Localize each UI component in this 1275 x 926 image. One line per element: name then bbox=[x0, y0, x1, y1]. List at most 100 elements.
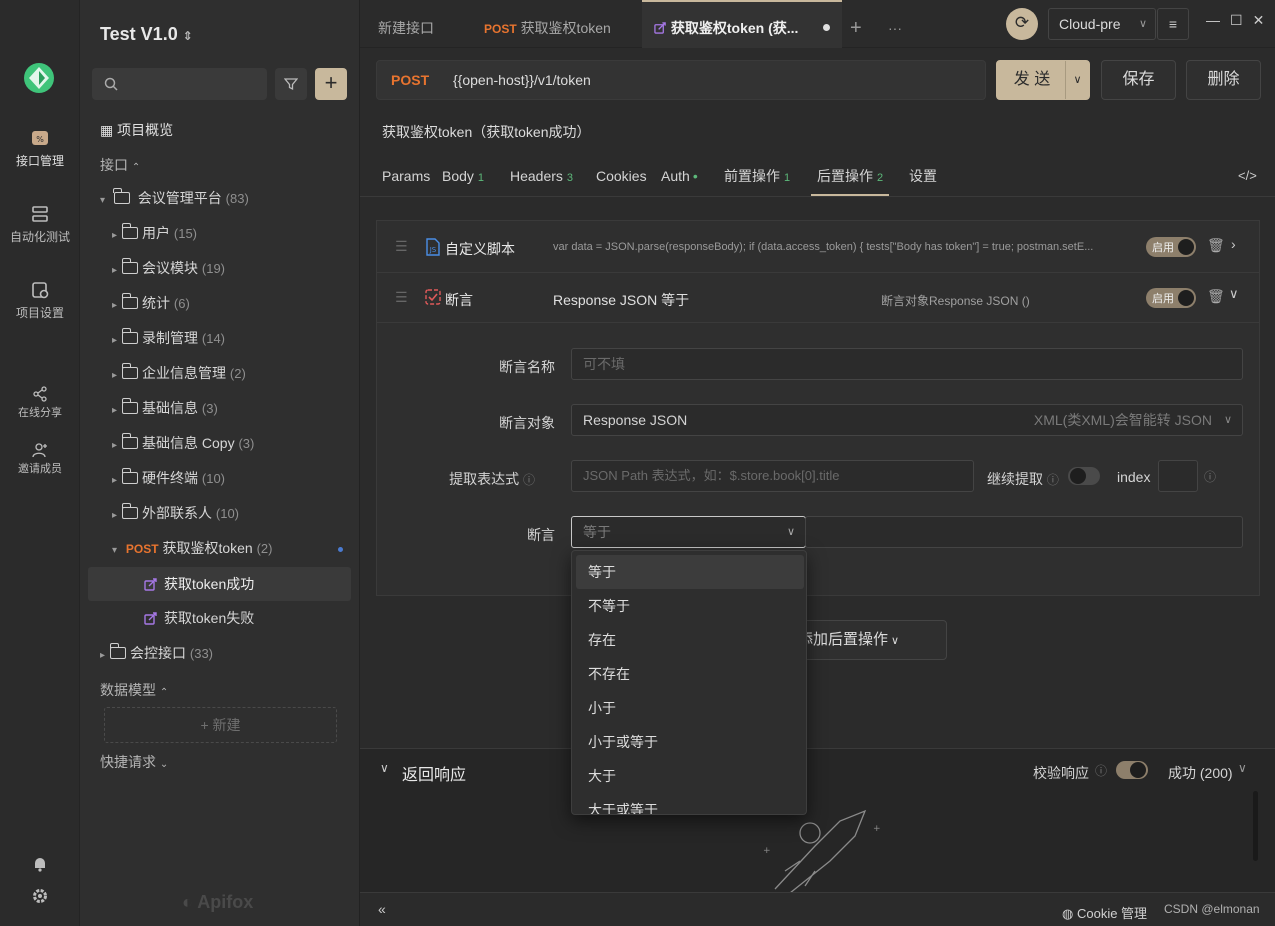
tree-case[interactable]: 获取token失败 bbox=[80, 601, 360, 636]
chevron-down-icon[interactable]: ∨ bbox=[1238, 761, 1247, 775]
tree-folder[interactable]: ▸ 企业信息管理 (2) bbox=[80, 356, 360, 391]
subtab-settings[interactable]: 设置 bbox=[909, 160, 937, 196]
assert-operator-select[interactable]: 等于 ∨ bbox=[571, 516, 806, 548]
section-api[interactable]: 接口 ⌃ bbox=[100, 155, 140, 175]
help-icon[interactable]: ⓘ bbox=[523, 473, 535, 487]
new-model-button[interactable]: + 新建 bbox=[104, 707, 337, 743]
rail-item-invite[interactable]: 邀请成员 bbox=[0, 442, 80, 476]
tree-folder[interactable]: ▸ 会控接口 (33) bbox=[80, 636, 360, 671]
index-input[interactable] bbox=[1158, 460, 1198, 492]
tab-new-api[interactable]: 新建接口 bbox=[378, 0, 434, 48]
section-models[interactable]: 数据模型 ⌃ bbox=[100, 680, 168, 700]
tab-endpoint[interactable]: POST 获取鉴权token bbox=[484, 0, 611, 48]
tree-folder[interactable]: ▸ 录制管理 (14) bbox=[80, 321, 360, 356]
dropdown-option[interactable]: 大于 bbox=[576, 759, 804, 793]
tree-case-selected[interactable]: 获取token成功 bbox=[88, 567, 351, 601]
dropdown-option[interactable]: 不等于 bbox=[576, 589, 804, 623]
assert-target-label: 断言对象 bbox=[499, 415, 555, 431]
new-tab-button[interactable]: + bbox=[850, 0, 862, 48]
tree-folder[interactable]: ▸ 统计 (6) bbox=[80, 286, 360, 321]
dropdown-option[interactable]: 小于或等于 bbox=[576, 725, 804, 759]
scrollbar[interactable] bbox=[1253, 791, 1258, 861]
tree-folder-root[interactable]: ▾ 会议管理平台 (83) bbox=[80, 181, 360, 216]
assert-value-input[interactable] bbox=[805, 516, 1243, 548]
subtab-params[interactable]: Params bbox=[382, 160, 430, 196]
project-switcher[interactable]: Test V1.0 ⇕ bbox=[100, 24, 193, 45]
section-quick[interactable]: 快捷请求 ⌄ bbox=[100, 752, 168, 772]
tree-endpoint[interactable]: ▾ POST 获取鉴权token (2) bbox=[80, 531, 360, 566]
sync-button[interactable]: ⟳ bbox=[1006, 8, 1038, 40]
dropdown-option[interactable]: 不存在 bbox=[576, 657, 804, 691]
save-button[interactable]: 保存 bbox=[1101, 60, 1176, 100]
tree-folder[interactable]: ▸ 用户 (15) bbox=[80, 216, 360, 251]
csdn-watermark: CSDN @elmonan bbox=[1164, 902, 1260, 916]
send-options-chevron-icon[interactable]: ∨ bbox=[1065, 61, 1089, 99]
trash-icon[interactable]: 🗑 bbox=[1207, 237, 1225, 254]
response-status[interactable]: 成功 (200) bbox=[1168, 763, 1233, 783]
subtab-headers[interactable]: Headers 3 bbox=[510, 160, 573, 196]
delete-button[interactable]: 删除 bbox=[1186, 60, 1261, 100]
more-tabs-button[interactable]: ··· bbox=[888, 0, 902, 48]
env-select[interactable]: Cloud-pre ∨ bbox=[1048, 8, 1156, 40]
send-button[interactable]: 发 送 ∨ bbox=[996, 60, 1090, 100]
minimize-icon[interactable]: — bbox=[1206, 12, 1230, 28]
maximize-icon[interactable]: ☐ bbox=[1230, 12, 1253, 28]
help-icon[interactable]: ⓘ bbox=[1095, 762, 1107, 779]
folder-icon bbox=[121, 433, 138, 449]
drag-handle-icon[interactable]: ☰ bbox=[395, 289, 408, 306]
url-bar[interactable]: POST {{open-host}}/v1/token bbox=[376, 60, 986, 100]
method-select[interactable]: POST bbox=[391, 72, 429, 88]
assert-row[interactable]: ☰ 断言 Response JSON 等于 断言对象Response JSON … bbox=[377, 273, 1259, 323]
tab-case-active[interactable]: 获取鉴权token (获... bbox=[642, 0, 842, 48]
chevron-right-icon[interactable]: › bbox=[1231, 236, 1236, 252]
tree-folder[interactable]: ▸ 基础信息 Copy (3) bbox=[80, 426, 360, 461]
chevron-down-icon[interactable]: ∨ bbox=[1229, 286, 1239, 302]
collapse-chevron-icon[interactable]: ∨ bbox=[380, 761, 389, 775]
rail-item-api[interactable]: % 接口管理 bbox=[0, 128, 80, 169]
rail-item-automation[interactable]: 自动化测试 bbox=[0, 204, 80, 245]
tree-folder[interactable]: ▸ 会议模块 (19) bbox=[80, 251, 360, 286]
overview-link[interactable]: ▦ 项目概览 bbox=[100, 120, 173, 140]
subtab-post-ops[interactable]: 后置操作 2 bbox=[811, 160, 890, 196]
code-icon[interactable]: </> bbox=[1238, 168, 1257, 183]
bell-icon[interactable] bbox=[31, 855, 49, 873]
close-icon[interactable]: ✕ bbox=[1253, 12, 1275, 28]
help-icon[interactable]: ⓘ bbox=[1047, 473, 1059, 487]
subtab-cookies[interactable]: Cookies bbox=[596, 160, 647, 196]
subtab-auth[interactable]: Auth • bbox=[661, 160, 698, 196]
trash-icon[interactable]: 🗑 bbox=[1207, 288, 1225, 305]
tree-folder[interactable]: ▸ 外部联系人 (10) bbox=[80, 496, 360, 531]
assert-name-input[interactable]: 可不填 bbox=[571, 348, 1243, 380]
help-icon[interactable]: ⓘ bbox=[1204, 468, 1216, 485]
assert-enable-toggle[interactable]: 启用 bbox=[1146, 288, 1196, 308]
cookie-manager-button[interactable]: ◍ Cookie 管理 bbox=[1062, 903, 1147, 922]
subtab-pre-ops[interactable]: 前置操作 1 bbox=[724, 160, 790, 196]
tree-folder[interactable]: ▸ 硬件终端 (10) bbox=[80, 461, 360, 496]
script-row[interactable]: ☰ JS 自定义脚本 var data = JSON.parse(respons… bbox=[377, 221, 1259, 273]
assert-target-select[interactable]: Response JSON XML(类XML)会智能转 JSON ∨ bbox=[571, 404, 1243, 436]
gear-icon[interactable] bbox=[31, 887, 49, 905]
folder-name: 会议管理平台 bbox=[137, 190, 222, 206]
script-enable-toggle[interactable]: 启用 bbox=[1146, 237, 1196, 257]
toggle-knob bbox=[1178, 290, 1194, 306]
subtab-body[interactable]: Body 1 bbox=[442, 160, 484, 196]
validate-response-toggle[interactable] bbox=[1116, 761, 1148, 779]
env-menu-button[interactable]: ≡ bbox=[1157, 8, 1189, 40]
url-input[interactable]: {{open-host}}/v1/token bbox=[453, 72, 591, 88]
dropdown-option[interactable]: 存在 bbox=[576, 623, 804, 657]
main-area: 新建接口 POST 获取鉴权token 获取鉴权token (获... + ··… bbox=[360, 0, 1275, 926]
filter-button[interactable] bbox=[275, 68, 307, 100]
folder-count: (10) bbox=[215, 506, 240, 521]
tree-folder[interactable]: ▸ 基础信息 (3) bbox=[80, 391, 360, 426]
dropdown-option[interactable]: 大于或等于 bbox=[576, 793, 804, 814]
rail-item-settings[interactable]: 项目设置 bbox=[0, 280, 80, 321]
rail-item-share[interactable]: 在线分享 bbox=[0, 386, 80, 420]
extract-expr-input[interactable]: JSON Path 表达式，如：$.store.book[0].title bbox=[571, 460, 974, 492]
collapse-sidebar-icon[interactable]: « bbox=[378, 901, 386, 917]
search-input[interactable] bbox=[92, 68, 267, 100]
continue-extract-toggle[interactable] bbox=[1068, 467, 1100, 485]
dropdown-option[interactable]: 等于 bbox=[576, 555, 804, 589]
dropdown-option[interactable]: 小于 bbox=[576, 691, 804, 725]
drag-handle-icon[interactable]: ☰ bbox=[395, 238, 408, 255]
add-button[interactable]: + bbox=[315, 68, 347, 100]
